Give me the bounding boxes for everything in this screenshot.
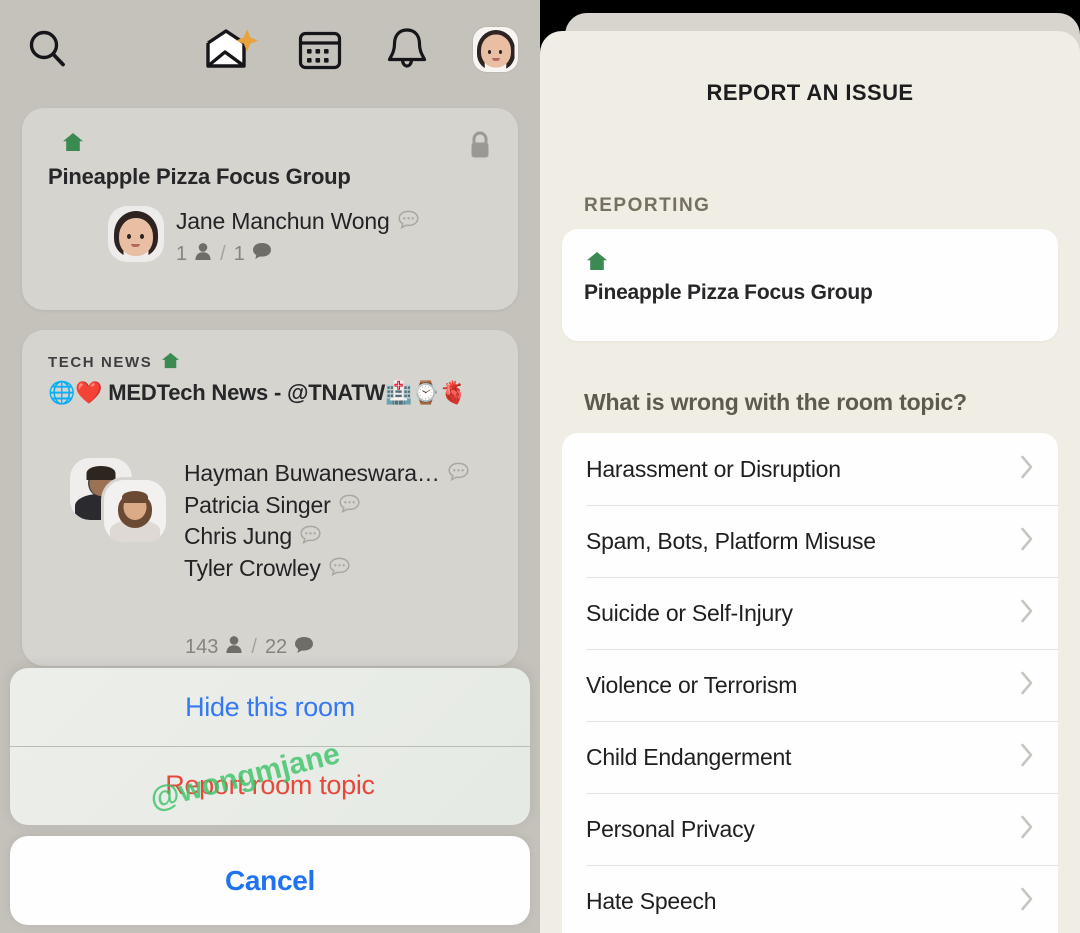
avatar-stack[interactable] (70, 458, 166, 542)
speaker-name: Hayman Buwaneswara… (184, 460, 440, 486)
chevron-right-icon (1020, 527, 1034, 556)
reason-label: Violence or Terrorism (586, 671, 798, 698)
reason-label: Suicide or Self-Injury (586, 599, 793, 626)
room-card-pineapple-pizza[interactable]: Pineapple Pizza Focus Group Jane Manchun… (22, 108, 518, 310)
reason-label: Personal Privacy (586, 815, 755, 842)
person-icon (225, 635, 243, 660)
room-counts: 143 / 22 (185, 635, 314, 660)
count-separator: / (220, 242, 226, 265)
hide-room-button[interactable]: Hide this room (10, 668, 530, 746)
speaker-name: Patricia Singer (184, 491, 331, 518)
chevron-right-icon (1020, 815, 1034, 844)
cancel-button[interactable]: Cancel (10, 836, 530, 925)
room-header: TECH NEWS 🌐❤️ MEDTech News - @TNATW🏥⌚️🫀 (48, 352, 467, 407)
avatar (473, 27, 518, 72)
member-count: 143 (185, 636, 219, 658)
rooms-list-pane: Pineapple Pizza Focus Group Jane Manchun… (0, 0, 540, 933)
speaker-count: 1 (233, 242, 245, 265)
reason-list: Harassment or Disruption Spam, Bots, Pla… (562, 433, 1058, 933)
reason-label: Harassment or Disruption (586, 455, 841, 482)
speech-bubble-icon (294, 636, 314, 660)
chevron-right-icon (1020, 599, 1034, 628)
speaker-row: Hayman Buwaneswara… (184, 460, 469, 487)
lock-icon (468, 130, 492, 165)
room-counts: 1 / 1 (176, 242, 419, 267)
room-title: 🌐❤️ MEDTech News - @TNATW🏥⌚️🫀 (48, 380, 467, 405)
room-club-name: TECH NEWS (48, 354, 153, 371)
profile-avatar[interactable] (473, 27, 518, 72)
speaker-count: 22 (264, 636, 288, 658)
speaker-row: Patricia Singer (184, 492, 469, 519)
report-room-topic-button[interactable]: Report room topic (10, 746, 530, 824)
speaker-row: Tyler Crowley (184, 555, 469, 582)
avatar-eye-right (140, 234, 144, 239)
question-label: What is wrong with the room topic? (584, 389, 967, 415)
member-count: 1 (176, 242, 188, 265)
reason-row-violence[interactable]: Violence or Terrorism (562, 649, 1058, 721)
speech-bubble-icon (300, 523, 321, 550)
room-speakers: Hayman Buwaneswara… Patricia Singer Chri… (70, 458, 469, 587)
action-sheet: Hide this room Report room topic (10, 668, 530, 825)
speaker-avatar[interactable] (110, 208, 162, 260)
report-sheet: REPORT AN ISSUE REPORTING Pineapple Pizz… (540, 31, 1080, 933)
speech-bubble-icon (329, 555, 350, 582)
reason-row-suicide[interactable]: Suicide or Self-Injury (562, 577, 1058, 649)
reason-row-spam[interactable]: Spam, Bots, Platform Misuse (562, 505, 1058, 577)
reported-room-card[interactable]: Pineapple Pizza Focus Group (562, 229, 1058, 341)
bell-icon[interactable] (385, 26, 429, 72)
house-icon (161, 352, 180, 373)
section-label-reporting: REPORTING (584, 195, 711, 216)
calendar-icon[interactable] (297, 28, 343, 72)
reason-row-child-endangerment[interactable]: Child Endangerment (562, 721, 1058, 793)
chevron-right-icon (1020, 455, 1034, 484)
reported-room-title: Pineapple Pizza Focus Group (584, 281, 873, 304)
speaker-avatar[interactable] (104, 480, 166, 542)
search-icon[interactable] (24, 26, 70, 72)
app-screen: Pineapple Pizza Focus Group Jane Manchun… (0, 0, 1080, 933)
speech-bubble-icon (252, 242, 272, 266)
speaker-name: Jane Manchun Wong (176, 208, 390, 234)
speech-bubble-icon (448, 460, 469, 487)
chevron-right-icon (1020, 743, 1034, 772)
reason-label: Spam, Bots, Platform Misuse (586, 527, 876, 554)
report-issue-pane: REPORT AN ISSUE REPORTING Pineapple Pizz… (540, 0, 1080, 933)
top-navigation-bar (0, 0, 540, 95)
avatar-eye-left (127, 234, 131, 239)
speaker-row: Chris Jung (184, 523, 469, 550)
reason-label: Child Endangerment (586, 743, 792, 770)
page-title: REPORT AN ISSUE (706, 80, 914, 105)
house-icon (62, 132, 84, 157)
room-title: Pineapple Pizza Focus Group (48, 164, 351, 189)
avatar-face (480, 34, 511, 68)
reason-row-harassment[interactable]: Harassment or Disruption (562, 433, 1058, 505)
reason-row-personal-privacy[interactable]: Personal Privacy (562, 793, 1058, 865)
speaker-name-list: Hayman Buwaneswara… Patricia Singer Chri… (184, 458, 469, 587)
speaker-name: Tyler Crowley (184, 555, 321, 582)
avatar-mouth (491, 58, 500, 61)
room-speakers: Jane Manchun Wong 1 / 1 (110, 208, 419, 267)
mail-sparkle-icon[interactable] (203, 26, 259, 72)
chevron-right-icon (1020, 671, 1034, 700)
count-separator: / (251, 636, 257, 658)
speech-bubble-icon (339, 492, 360, 519)
avatar-face (119, 218, 153, 257)
reason-row-hate-speech[interactable]: Hate Speech (562, 865, 1058, 933)
speaker-row: Jane Manchun Wong (176, 208, 419, 235)
room-card-tech-news[interactable]: TECH NEWS 🌐❤️ MEDTech News - @TNATW🏥⌚️🫀 (22, 330, 518, 666)
speech-bubble-icon (397, 208, 419, 235)
reason-label: Hate Speech (586, 887, 717, 914)
speaker-name: Chris Jung (184, 523, 292, 550)
house-icon (586, 251, 608, 276)
cancel-label: Cancel (224, 864, 316, 896)
person-icon (194, 242, 212, 267)
room-eyebrow: TECH NEWS (48, 352, 467, 373)
chevron-right-icon (1020, 887, 1034, 916)
